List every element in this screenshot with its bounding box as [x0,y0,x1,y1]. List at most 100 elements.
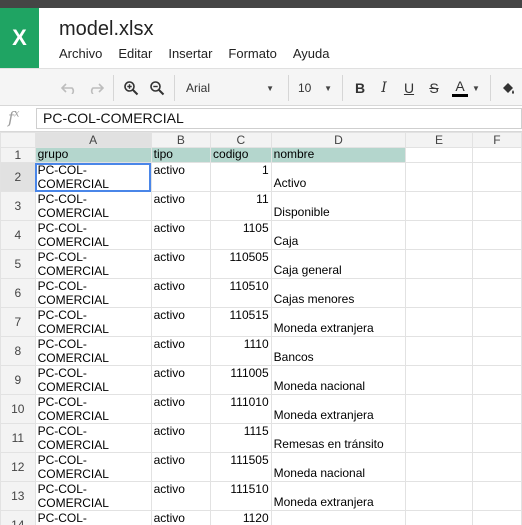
cell-tipo[interactable]: activo [150,423,212,453]
column-header-a[interactable]: A [34,132,152,148]
cell-codigo[interactable]: 1110 [210,336,272,366]
cell-empty[interactable] [405,162,473,192]
row-header[interactable]: 1 [0,147,36,163]
redo-icon[interactable] [85,69,107,107]
formula-input[interactable]: PC-COL-COMERCIAL [36,108,522,129]
cell-empty[interactable] [405,249,473,279]
menu-formato[interactable]: Formato [228,46,276,61]
cell-tipo[interactable]: activo [150,220,212,250]
cell-nombre[interactable]: Cajas menores [270,278,407,308]
cell-grupo[interactable]: PC-COL-COMERCIAL [34,249,152,279]
cell-tipo[interactable]: activo [150,191,212,221]
cell-empty[interactable] [405,394,473,424]
cell-empty[interactable] [471,147,522,163]
cell-grupo[interactable]: PC-COL-COMERCIAL [34,162,152,192]
cell-tipo[interactable]: activo [150,278,212,308]
cell-grupo[interactable]: PC-COL-COMERCIAL [34,481,152,511]
underline-button[interactable]: U [399,69,419,107]
undo-icon[interactable] [58,69,80,107]
column-header-e[interactable]: E [405,132,473,148]
cell-grupo[interactable]: PC-COL-COMERCIAL [34,394,152,424]
cell-codigo[interactable]: 111510 [210,481,272,511]
cell-nombre[interactable]: Bancos [270,336,407,366]
cell-nombre[interactable]: Moneda extranjera [270,394,407,424]
cell-header-codigo[interactable]: codigo [210,147,272,163]
menu-ayuda[interactable]: Ayuda [293,46,330,61]
cell-header-nombre[interactable]: nombre [270,147,407,163]
column-header-c[interactable]: C [210,132,272,148]
select-all-corner[interactable] [0,132,36,148]
zoom-in-icon[interactable] [120,69,142,107]
row-header[interactable]: 9 [0,365,36,395]
file-title[interactable]: model.xlsx [59,18,153,41]
row-header[interactable]: 11 [0,423,36,453]
cell-tipo[interactable]: activo [150,249,212,279]
cell-nombre[interactable]: Moneda extranjera [270,307,407,337]
row-header[interactable]: 4 [0,220,36,250]
cell-grupo[interactable]: PC-COL-COMERCIAL [34,191,152,221]
cell-codigo[interactable]: 1105 [210,220,272,250]
cell-tipo[interactable]: activo [150,307,212,337]
cell-header-grupo[interactable]: grupo [34,147,152,163]
column-header-d[interactable]: D [270,132,407,148]
cell-nombre[interactable]: Moneda nacional [270,452,407,482]
cell-nombre[interactable]: Moneda nacional [270,365,407,395]
cell-empty[interactable] [405,220,473,250]
row-header[interactable]: 8 [0,336,36,366]
cell-tipo[interactable]: activo [150,452,212,482]
cell-nombre[interactable]: Moneda extranjera [270,481,407,511]
sheets-logo-icon[interactable]: X [0,8,39,68]
cell-codigo[interactable]: 111010 [210,394,272,424]
row-header[interactable]: 7 [0,307,36,337]
cell-empty[interactable] [471,249,522,279]
row-header[interactable]: 5 [0,249,36,279]
strikethrough-button[interactable]: S [424,69,444,107]
menu-editar[interactable]: Editar [118,46,152,61]
cell-nombre[interactable]: Caja general [270,249,407,279]
zoom-out-icon[interactable] [146,69,168,107]
font-family-select[interactable]: Arial ▼ [180,77,280,99]
cell-grupo[interactable]: PC-COL-COMERCIAL [34,336,152,366]
cell-empty[interactable] [471,365,522,395]
chevron-down-icon[interactable]: ▼ [471,69,481,107]
cell-codigo[interactable]: 1115 [210,423,272,453]
row-header[interactable]: 10 [0,394,36,424]
cell-nombre[interactable]: Cuentas de ahorro [270,510,407,525]
cell-empty[interactable] [405,365,473,395]
text-color-button[interactable]: A [449,69,471,107]
cell-header-tipo[interactable]: tipo [150,147,212,163]
cell-codigo[interactable]: 111005 [210,365,272,395]
row-header[interactable]: 3 [0,191,36,221]
cell-tipo[interactable]: activo [150,481,212,511]
cell-codigo[interactable]: 110510 [210,278,272,308]
cell-empty[interactable] [471,278,522,308]
cell-codigo[interactable]: 11 [210,191,272,221]
cell-empty[interactable] [405,278,473,308]
cell-tipo[interactable]: activo [150,394,212,424]
cell-empty[interactable] [405,452,473,482]
cell-empty[interactable] [471,220,522,250]
cell-codigo[interactable]: 110515 [210,307,272,337]
cell-nombre[interactable]: Activo [270,162,407,192]
cell-tipo[interactable]: activo [150,365,212,395]
cell-empty[interactable] [405,481,473,511]
cell-grupo[interactable]: PC-COL-COMERCIAL [34,365,152,395]
cell-grupo[interactable]: PC-COL-COMERCIAL [34,423,152,453]
cell-empty[interactable] [471,336,522,366]
cell-grupo[interactable]: PC-COL-COMERCIAL [34,452,152,482]
menu-archivo[interactable]: Archivo [59,46,102,61]
cell-grupo[interactable]: PC-COL-COMERCIAL [34,510,152,525]
row-header[interactable]: 13 [0,481,36,511]
cell-codigo[interactable]: 111505 [210,452,272,482]
row-header[interactable]: 6 [0,278,36,308]
cell-codigo[interactable]: 1120 [210,510,272,525]
column-header-b[interactable]: B [150,132,212,148]
cell-grupo[interactable]: PC-COL-COMERCIAL [34,307,152,337]
row-header[interactable]: 2 [0,162,36,192]
cell-empty[interactable] [471,162,522,192]
cell-empty[interactable] [405,510,473,525]
cell-tipo[interactable]: activo [150,510,212,525]
bold-button[interactable]: B [350,69,370,107]
column-header-f[interactable]: F [471,132,522,148]
cell-grupo[interactable]: PC-COL-COMERCIAL [34,220,152,250]
